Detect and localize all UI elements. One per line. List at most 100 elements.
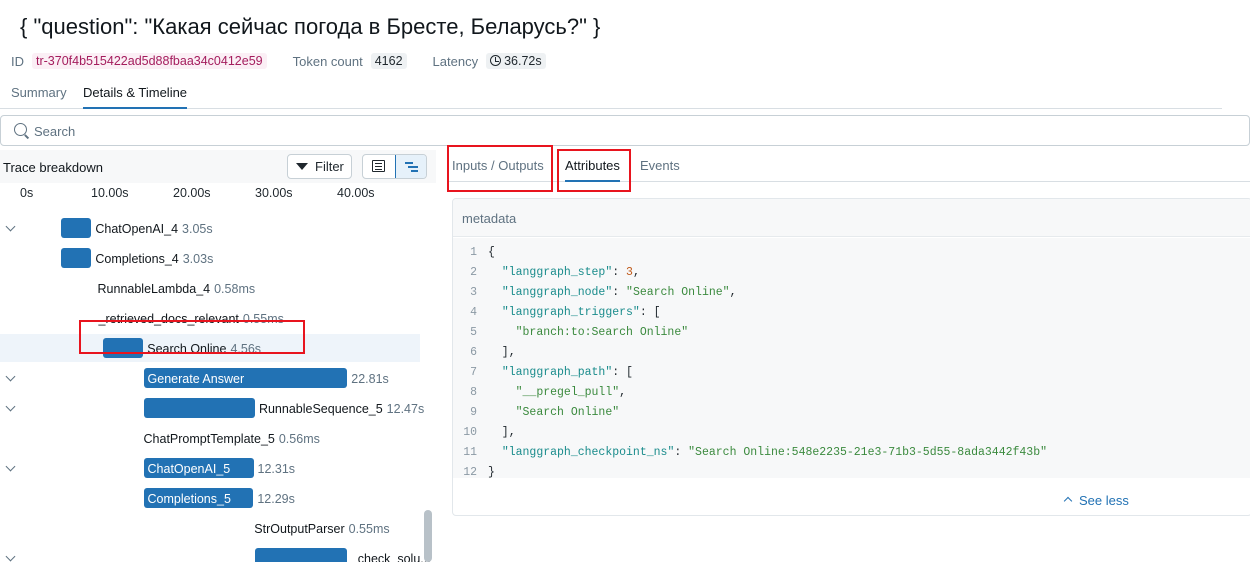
span-duration: 12.29s — [257, 492, 295, 506]
line-number: 10 — [463, 426, 477, 439]
latency-label: Latency — [432, 53, 479, 69]
see-less-button[interactable]: See less — [1063, 493, 1129, 508]
span-row[interactable]: Completions_4 3.03s — [0, 244, 420, 272]
code-line: 7 "langgraph_path": [ — [453, 363, 1250, 383]
list-view-button[interactable] — [363, 155, 395, 178]
trace-id[interactable]: tr-370f4b515422ad5d88fbaa34c0412e59 — [32, 53, 267, 69]
span-label: Completions_4 3.03s — [95, 252, 213, 266]
tab-attributes[interactable]: Attributes — [565, 158, 620, 182]
span-row[interactable]: RunnableLambda_4 0.58ms — [0, 274, 420, 302]
span-row[interactable]: RunnableSequence_5 12.47s — [0, 394, 424, 422]
axis-tick: 20.00s — [173, 186, 211, 200]
code-line: 3 "langgraph_node": "Search Online", — [453, 283, 1250, 303]
span-label: Search Online 4.56s — [147, 342, 261, 356]
span-row[interactable]: Generate Answer 22.81s — [0, 364, 420, 392]
code-token: "langgraph_step" — [501, 266, 613, 279]
span-duration: 0.55ms — [242, 312, 284, 326]
span-row[interactable]: ChatOpenAI_5 12.31s — [0, 454, 420, 482]
span-bar[interactable] — [61, 248, 92, 268]
filter-button[interactable]: Filter — [287, 154, 352, 179]
chevron-down-icon[interactable] — [5, 401, 16, 412]
timeline-view-button[interactable] — [395, 155, 426, 178]
span-name: RunnableLambda_4 — [97, 282, 211, 296]
span-row[interactable]: Search Online 4.56s — [0, 334, 420, 362]
code-line: 2 "langgraph_step": 3, — [453, 263, 1250, 283]
id-label: ID — [11, 53, 24, 69]
code-token: } — [488, 466, 495, 479]
span-duration: 12.47s — [386, 402, 425, 416]
span-bar[interactable] — [102, 338, 144, 358]
code-line: 12} — [453, 463, 1250, 483]
span-name: ChatPromptTemplate_5 — [143, 432, 275, 446]
span-row[interactable]: ChatOpenAI_4 3.05s — [0, 214, 420, 242]
chevron-down-icon[interactable] — [5, 551, 16, 562]
code-text: "langgraph_triggers": [ — [488, 303, 661, 323]
code-text: "langgraph_step": 3, — [488, 263, 640, 283]
line-number: 1 — [470, 246, 477, 259]
span-duration: 3.05s — [182, 222, 213, 236]
span-row[interactable]: StrOutputParser 0.55ms — [0, 514, 420, 542]
span-duration: 0.56ms — [278, 432, 320, 446]
code-token: : [ — [612, 366, 633, 379]
span-bar[interactable] — [143, 398, 255, 418]
span-label: RunnableLambda_4 0.58ms — [98, 282, 256, 296]
view-toggle — [362, 154, 427, 179]
search-input[interactable] — [34, 121, 634, 141]
span-row[interactable]: Completions_5 12.29s — [0, 484, 420, 512]
see-less-label: See less — [1079, 493, 1129, 508]
line-number: 7 — [470, 366, 477, 379]
tab-inputs-outputs[interactable]: Inputs / Outputs — [452, 158, 544, 180]
code-line: 6 ], — [453, 343, 1250, 363]
scrollbar[interactable] — [424, 510, 432, 562]
span-name: ChatOpenAI_4 — [95, 222, 179, 236]
line-number: 8 — [470, 386, 477, 399]
span-bar[interactable] — [254, 548, 347, 562]
code-token: "langgraph_node" — [501, 286, 613, 299]
chevron-up-icon — [1063, 496, 1073, 506]
span-row[interactable]: _retrieved_docs_relevant 0.55ms — [0, 304, 420, 332]
axis-tick: 0s — [20, 186, 34, 200]
code-token: , — [729, 286, 737, 299]
span-name: StrOutputParser — [254, 522, 345, 536]
code-token: "langgraph_checkpoint_ns" — [501, 446, 675, 459]
line-number: 4 — [470, 306, 477, 319]
chevron-down-icon[interactable] — [5, 461, 16, 472]
span-name: ChatOpenAI_5 — [147, 462, 231, 476]
line-number: 11 — [463, 446, 477, 459]
code-line: 9 "Search Online" — [453, 403, 1250, 423]
line-number: 5 — [470, 326, 477, 339]
span-row[interactable]: _check_solu... — [0, 544, 431, 562]
code-line: 11 "langgraph_checkpoint_ns": "Search On… — [453, 443, 1250, 463]
code-token: : — [674, 446, 689, 459]
chevron-down-icon[interactable] — [5, 221, 16, 232]
metadata-code: 1{2 "langgraph_step": 3, 3 "langgraph_nod… — [453, 238, 1250, 479]
metadata-card: metadata 1{2 "langgraph_step": 3, 3 "lang… — [452, 198, 1250, 516]
span-row[interactable]: ChatPromptTemplate_5 0.56ms — [0, 424, 420, 452]
code-token: ], — [488, 426, 516, 439]
line-number: 2 — [470, 266, 477, 279]
code-token: 3 — [626, 266, 633, 279]
code-token: : — [612, 266, 627, 279]
code-text: } — [488, 463, 495, 483]
search-icon — [14, 123, 27, 136]
span-duration: 4.56s — [230, 342, 262, 356]
span-label: _retrieved_docs_relevant 0.55ms — [99, 312, 284, 326]
tab-events[interactable]: Events — [640, 158, 680, 180]
search-box[interactable] — [0, 115, 1250, 146]
axis-tick: 10.00s — [91, 186, 129, 200]
tab-summary[interactable]: Summary — [11, 85, 67, 107]
code-token: ], — [488, 346, 516, 359]
chevron-down-icon[interactable] — [5, 371, 16, 382]
metadata-title: metadata — [462, 211, 517, 226]
span-bar[interactable] — [61, 218, 92, 238]
span-name: Search Online — [147, 342, 227, 356]
span-duration: 12.31s — [257, 462, 296, 476]
main-tabs: Summary Details & Timeline — [0, 80, 1222, 109]
tab-details-timeline[interactable]: Details & Timeline — [83, 85, 188, 109]
code-token: "langgraph_triggers" — [501, 306, 640, 319]
